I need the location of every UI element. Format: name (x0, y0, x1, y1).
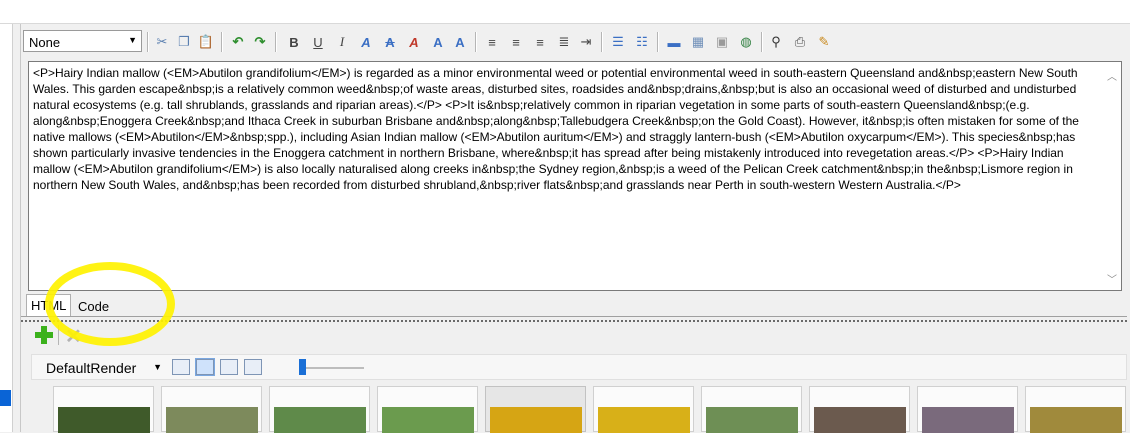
description-panel: None ▼ ✂ ❐ 📋 ↶ ↷ B U I A A A A A ≡ ≡ ≡ ≣… (20, 24, 1127, 433)
renderer-select[interactable]: DefaultRender ▼ (34, 357, 164, 377)
chevron-down-icon: ▼ (128, 35, 137, 45)
gallery-thumbnail[interactable] (701, 386, 802, 433)
annotation-highlight-circle (45, 262, 175, 346)
shrink-font-icon[interactable]: A (451, 33, 469, 51)
thumbnail-image (166, 407, 258, 433)
hyperlink-icon[interactable]: ◍ (737, 33, 755, 51)
scroll-down-icon[interactable]: ﹀ (1107, 271, 1117, 286)
editor-toolbar: None ▼ ✂ ❐ 📋 ↶ ↷ B U I A A A A A ≡ ≡ ≡ ≣… (21, 27, 1127, 57)
toolbar-separator (221, 32, 223, 52)
undo-icon[interactable]: ↶ (229, 33, 247, 51)
view-details-icon[interactable] (244, 359, 262, 375)
thumbnail-image (814, 407, 906, 433)
editor-scrollbar[interactable]: ︿ ﹀ (1103, 62, 1121, 290)
align-right-icon[interactable]: ≡ (531, 33, 549, 51)
align-left-icon[interactable]: ≡ (483, 33, 501, 51)
copy-icon[interactable]: ❐ (175, 33, 193, 51)
gallery-thumbnail[interactable] (269, 386, 370, 433)
gallery-thumbnail[interactable] (161, 386, 262, 433)
toolbar-separator (657, 32, 659, 52)
thumbnail-image (706, 407, 798, 433)
justify-icon[interactable]: ≣ (555, 33, 573, 51)
gallery-thumbnail[interactable] (1025, 386, 1126, 433)
thumbnail-image (922, 407, 1014, 433)
toolbar-separator (601, 32, 603, 52)
cut-icon[interactable]: ✂ (153, 33, 171, 51)
view-gallery-icon[interactable] (220, 359, 238, 375)
gallery-thumbnail[interactable] (377, 386, 478, 433)
align-center-icon[interactable]: ≡ (507, 33, 525, 51)
chevron-down-icon: ▼ (153, 362, 162, 372)
horizontal-rule-icon[interactable]: ▬ (665, 33, 683, 51)
table-icon[interactable]: ▦ (689, 33, 707, 51)
paste-icon[interactable]: 📋 (197, 33, 215, 51)
splitter-handle[interactable] (21, 320, 1127, 322)
clean-icon[interactable]: ✎ (815, 33, 833, 51)
image-icon[interactable]: ▣ (713, 33, 731, 51)
left-pane (0, 24, 13, 432)
font-color-icon[interactable]: A (405, 33, 423, 51)
thumbnail-image (1030, 407, 1122, 433)
thumbnail-image (382, 407, 474, 433)
view-strip-icon[interactable] (172, 359, 190, 375)
toolbar-separator (275, 32, 277, 52)
subscript-icon[interactable]: A (357, 33, 375, 51)
grow-font-icon[interactable]: A (429, 33, 447, 51)
paragraph-style-select[interactable]: None ▼ (23, 30, 142, 52)
toolbar-separator (761, 32, 763, 52)
redo-icon[interactable]: ↷ (251, 33, 269, 51)
thumbnail-image (598, 407, 690, 433)
html-source-text[interactable]: <P>Hairy Indian mallow (<EM>Abutilon gra… (33, 65, 1095, 193)
indent-icon[interactable]: ⇥ (577, 33, 595, 51)
thumbnail-image (58, 407, 150, 433)
toolbar-separator (147, 32, 149, 52)
find-icon[interactable]: ⚲ (767, 33, 785, 51)
print-icon[interactable]: ⎙ (791, 33, 809, 51)
gallery-view-bar: DefaultRender ▼ (31, 354, 1127, 380)
gallery-thumbnail[interactable] (53, 386, 154, 433)
thumbnail-size-track (302, 367, 364, 369)
thumbnail-image (490, 407, 582, 433)
view-thumbnails-icon[interactable] (195, 358, 215, 376)
tab-divider (21, 316, 1127, 317)
html-source-editor[interactable]: <P>Hairy Indian mallow (<EM>Abutilon gra… (28, 61, 1122, 291)
bullet-list-icon[interactable]: ☰ (609, 33, 627, 51)
scroll-up-icon[interactable]: ︿ (1107, 68, 1117, 83)
gallery-thumbnail[interactable] (593, 386, 694, 433)
top-bar (0, 0, 1130, 24)
thumbnail-size-slider[interactable] (299, 359, 306, 375)
strikethrough-icon[interactable]: A (381, 33, 399, 51)
add-icon[interactable] (35, 326, 53, 344)
renderer-select-value: DefaultRender (46, 360, 137, 376)
image-gallery (31, 386, 1127, 433)
numbered-list-icon[interactable]: ☷ (633, 33, 651, 51)
italic-icon[interactable]: I (333, 33, 351, 51)
underline-icon[interactable]: U (309, 33, 327, 51)
thumbnail-image (274, 407, 366, 433)
selected-row-indicator[interactable] (0, 390, 11, 406)
gallery-thumbnail[interactable] (809, 386, 910, 433)
bold-icon[interactable]: B (285, 33, 303, 51)
gallery-thumbnail[interactable] (485, 386, 586, 433)
gallery-thumbnail[interactable] (917, 386, 1018, 433)
toolbar-separator (475, 32, 477, 52)
style-select-value: None (29, 35, 61, 50)
